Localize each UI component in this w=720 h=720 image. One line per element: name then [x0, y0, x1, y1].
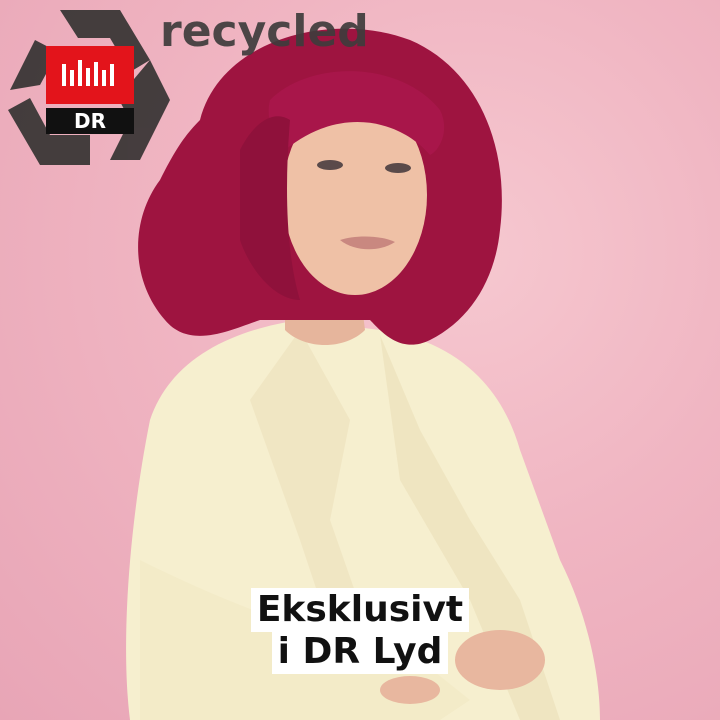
caption-line-1: Eksklusivt	[250, 588, 470, 632]
exclusive-caption: Eksklusivt i DR Lyd	[0, 588, 720, 674]
cover-artwork: DR recycled Eksklusivt i DR Lyd	[0, 0, 720, 720]
caption-line-2: i DR Lyd	[271, 630, 449, 674]
recycled-label: recycled	[160, 6, 369, 57]
recycle-icon: DR	[8, 10, 170, 165]
dr-logo-text: DR	[74, 109, 106, 133]
dr-recycled-logo: DR	[0, 0, 180, 180]
